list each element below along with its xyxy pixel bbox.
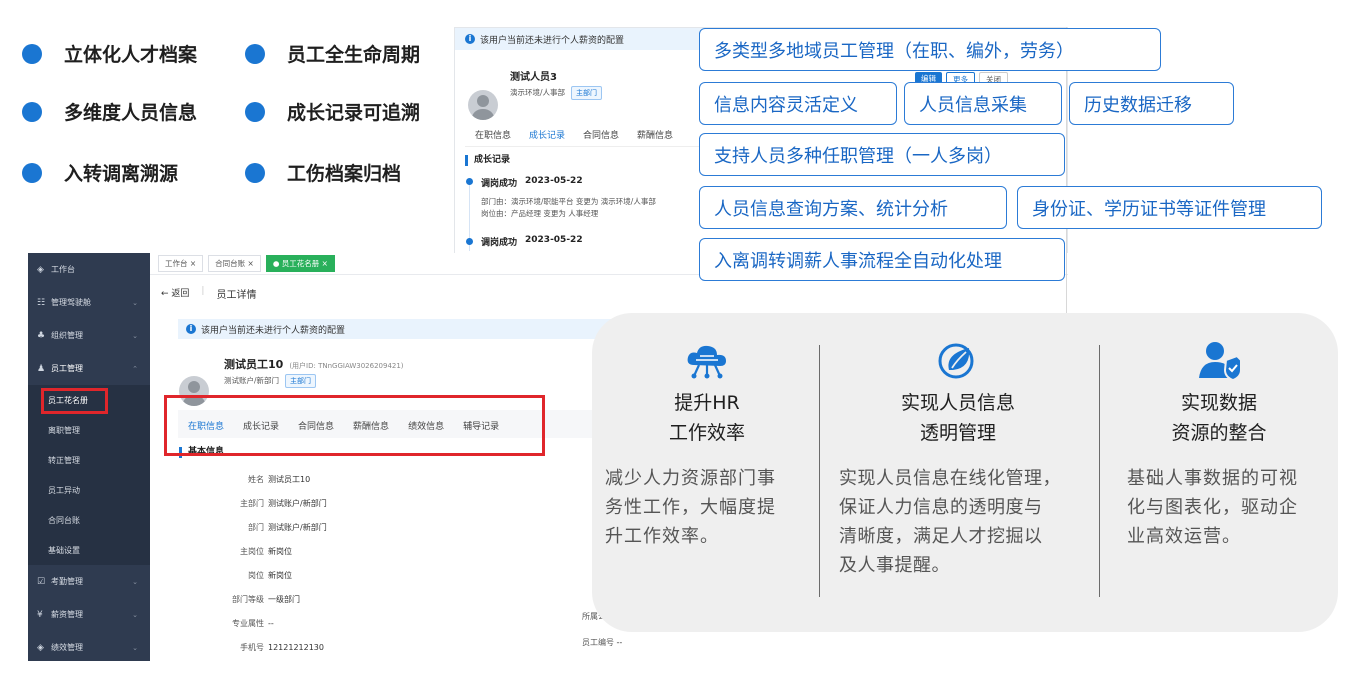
salary-alert: i 该用户当前还未进行个人薪资的配置: [178, 319, 618, 339]
field-row: 部门等级 一级部门: [232, 594, 300, 604]
feature-tag: 入离调转调薪人事流程全自动化处理: [699, 238, 1065, 281]
user-icon: ♟: [37, 363, 46, 374]
record-header: 调岗成功 2023-05-22: [481, 176, 583, 189]
feature-item: 成长记录可追溯: [245, 98, 420, 125]
performance-icon: ◈: [37, 642, 44, 653]
field-row: 岗位 新岗位: [248, 570, 292, 580]
cloud-network-icon: [687, 345, 726, 379]
field-row: 部门 测试账户/新部门: [248, 522, 327, 532]
basic-info-fields: 姓名 测试员工10 主部门 测试账户/新部门 部门 测试账户/新部门 主岗位 新岗位 岗…: [150, 467, 590, 659]
user-name: 测试员工10: [224, 358, 284, 371]
tab-contract-ledger[interactable]: 合同台账 ×: [208, 255, 261, 272]
tab-roster[interactable]: ● 员工花名册 ×: [265, 255, 335, 272]
feature-item: 工伤档案归档: [245, 159, 401, 186]
sidebar: ◈ 工作台 ☷ 管理驾驶舱 ⌄ ♣ 组织管理 ⌄ ♟ 员工管理 ⌃ 员工花名册 离职管理 转正…: [28, 253, 150, 661]
chevron-down-icon: ⌄: [132, 643, 138, 652]
sidebar-item-attendance[interactable]: ☑ 考勤管理 ⌄: [28, 565, 150, 598]
feature-tag: 支持人员多种任职管理（一人多岗）: [699, 133, 1065, 176]
sidebar-subitem-resignation[interactable]: 离职管理: [28, 415, 150, 445]
feature-tag: 人员信息查询方案、统计分析: [699, 186, 1007, 229]
feature-item: 立体化人才档案: [22, 40, 197, 67]
chevron-up-icon: ⌃: [132, 364, 138, 373]
section-title: 成长记录: [465, 155, 510, 166]
org-icon: ♣: [37, 330, 46, 341]
back-button[interactable]: ← 返回: [161, 286, 189, 301]
sidebar-subitem-contract[interactable]: 合同台账: [28, 505, 150, 535]
divider: [819, 345, 820, 597]
value-title: 实现人员信息 透明管理: [900, 392, 1015, 444]
bullet-icon: [22, 101, 42, 122]
tab-employment-info[interactable]: 在职信息: [475, 128, 511, 141]
feature-tag: 人员信息采集: [904, 82, 1062, 125]
profile-tabs: 在职信息 成长记录 合同信息 薪酬信息: [475, 128, 673, 141]
user-dept: 测试账户/新部门: [224, 376, 280, 385]
sidebar-item-salary[interactable]: ¥ 薪资管理 ⌄: [28, 598, 150, 631]
sidebar-subitem-settings[interactable]: 基础设置: [28, 535, 150, 565]
field-row: 专业属性 --: [232, 618, 274, 628]
field-row: 姓名 测试员工10: [248, 474, 311, 484]
sidebar-item-cockpit[interactable]: ☷ 管理驾驶舱 ⌄: [28, 286, 150, 319]
chevron-down-icon: ⌄: [132, 298, 138, 307]
value-title: 实现数据 资源的整合: [1171, 392, 1267, 444]
chevron-down-icon: ⌄: [132, 577, 138, 586]
field-row: 主岗位 新岗位: [240, 546, 292, 556]
timeline-dot: [466, 178, 473, 185]
bullet-icon: [245, 101, 265, 122]
bullet-icon: [245, 162, 265, 183]
sidebar-subitem-transfer[interactable]: 员工异动: [28, 475, 150, 505]
value-title: 提升HR 工作效率: [668, 392, 745, 444]
sidebar-item-performance[interactable]: ◈ 绩效管理 ⌄: [28, 631, 150, 661]
feature-tag: 历史数据迁移: [1069, 82, 1234, 125]
page-title: 员工详情: [216, 290, 257, 301]
feature-tag: 多类型多地域员工管理（在职、编外，劳务）: [699, 28, 1161, 71]
employee-no-field: 员工编号 --: [582, 638, 623, 647]
feature-item: 员工全生命周期: [245, 40, 420, 67]
feature-item: 入转调离溯源: [22, 159, 178, 186]
info-icon: i: [465, 34, 475, 44]
feature-tag: 信息内容灵活定义: [699, 82, 897, 125]
sidebar-item-org[interactable]: ♣ 组织管理 ⌄: [28, 319, 150, 352]
dept-tag: 主部门: [571, 86, 603, 100]
sidebar-subitem-regularization[interactable]: 转正管理: [28, 445, 150, 475]
record-detail: 岗位由：产品经理 变更为 人事经理: [481, 209, 599, 218]
user-dept: 演示环境/人事部: [510, 88, 566, 97]
value-description: 减少人力资源部门事 务性工作，大幅度提 升工作效率。: [605, 468, 776, 547]
field-row: 手机号 12121212130: [240, 642, 324, 652]
chevron-down-icon: ⌄: [132, 610, 138, 619]
dept-tag: 主部门: [285, 374, 317, 388]
attendance-icon: ☑: [37, 576, 46, 587]
bullet-icon: [22, 43, 42, 64]
sidebar-item-employee[interactable]: ♟ 员工管理 ⌃: [28, 352, 150, 385]
salary-icon: ¥: [37, 609, 43, 620]
bullet-icon: [22, 162, 42, 183]
tabs-highlight-box: [164, 395, 545, 456]
record-detail: 部门由：演示环境/职能平台 变更为 演示环境/人事部: [481, 197, 656, 206]
leaf-globe-icon: [938, 343, 974, 379]
tab-workbench[interactable]: 工作台 ×: [158, 255, 204, 272]
user-shield-icon: [1199, 342, 1242, 380]
tab-salary-info[interactable]: 薪酬信息: [637, 128, 673, 141]
tab-growth-record[interactable]: 成长记录: [529, 128, 565, 141]
roster-highlight-box: [41, 388, 108, 414]
value-card: 提升HR 工作效率 实现人员信息 透明管理 实现数据 资源的整合 减少人力资源部…: [592, 313, 1338, 632]
bullet-icon: [245, 43, 265, 64]
cockpit-icon: ☷: [37, 297, 46, 308]
feature-item: 多维度人员信息: [22, 98, 197, 125]
field-row: 主部门 测试账户/新部门: [240, 498, 327, 508]
info-icon: i: [186, 324, 196, 334]
timeline-dot: [466, 238, 473, 245]
avatar: [468, 90, 498, 120]
user-name: 测试人员3: [510, 72, 557, 83]
dashboard-icon: ◈: [37, 264, 44, 275]
chevron-down-icon: ⌄: [132, 331, 138, 340]
value-description: 基础人事数据的可视 化与图表化，驱动企 业高效运营。: [1127, 468, 1298, 547]
sidebar-item-workbench[interactable]: ◈ 工作台: [28, 253, 150, 286]
user-id: (用户ID: TNnGGIAW3026209421): [289, 362, 404, 370]
tab-contract-info[interactable]: 合同信息: [583, 128, 619, 141]
record-header: 调岗成功 2023-05-22: [481, 235, 583, 248]
feature-tag: 身份证、学历证书等证件管理: [1017, 186, 1322, 229]
divider: [1099, 345, 1100, 597]
value-description: 实现人员信息在线化管理， 保证人力信息的透明度与 清晰度，满足人才挖掘以 及人事…: [839, 468, 1061, 576]
